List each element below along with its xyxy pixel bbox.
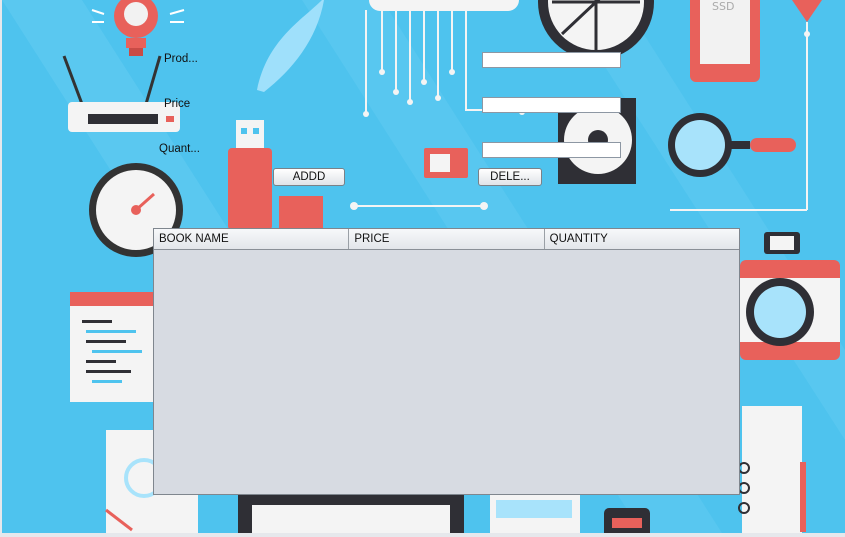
books-table[interactable]: BOOK NAME PRICE QUANTITY [153,228,740,495]
price-field[interactable] [482,97,621,113]
magnifier-icon [668,113,796,177]
column-header-price[interactable]: PRICE [349,229,545,249]
code-window-icon [70,292,160,402]
app-window: SSD Prod... Price Quant... ADDD DELE... … [0,0,845,537]
price-label: Price [164,98,191,110]
product-label: Prod... [164,53,198,65]
document-icon [738,406,806,533]
column-header-book-name[interactable]: BOOK NAME [154,229,350,249]
product-field[interactable] [482,52,621,68]
ssd-icon: SSD [690,0,760,82]
simcard-icon [424,148,468,178]
quantity-label: Quant... [159,143,200,155]
delete-button[interactable]: DELE... [478,168,542,186]
table-header: BOOK NAME PRICE QUANTITY [154,229,739,250]
add-button[interactable]: ADDD [273,168,345,186]
window-bottom-edge [0,533,845,537]
svg-text:SSD: SSD [712,0,734,13]
column-header-quantity[interactable]: QUANTITY [545,229,739,249]
quantity-field[interactable] [482,142,621,158]
